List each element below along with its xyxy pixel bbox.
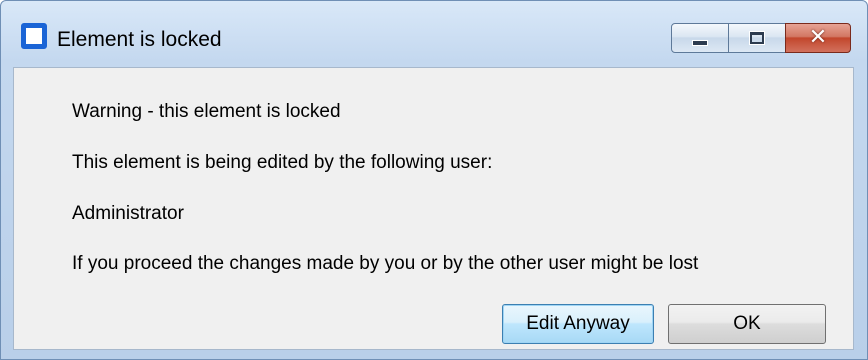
ok-button[interactable]: OK (668, 304, 826, 344)
maximize-icon (749, 31, 765, 45)
edited-by-text: This element is being edited by the foll… (72, 152, 493, 173)
dialog-content: Warning - this element is locked This el… (13, 67, 854, 350)
locking-user: Administrator (72, 203, 184, 224)
dialog-window: Element is locked ✕ Warning - this eleme… (0, 0, 868, 360)
window-title: Element is locked (57, 28, 222, 51)
minimize-icon (692, 39, 708, 46)
close-icon: ✕ (808, 25, 828, 50)
warning-text: Warning - this element is locked (72, 101, 341, 122)
app-icon (21, 23, 47, 49)
maximize-button[interactable] (728, 23, 786, 53)
minimize-button[interactable] (671, 23, 729, 53)
close-button[interactable]: ✕ (785, 23, 851, 53)
title-bar[interactable]: Element is locked ✕ (1, 1, 867, 67)
edit-anyway-button[interactable]: Edit Anyway (502, 304, 654, 344)
consequence-text: If you proceed the changes made by you o… (72, 253, 699, 274)
